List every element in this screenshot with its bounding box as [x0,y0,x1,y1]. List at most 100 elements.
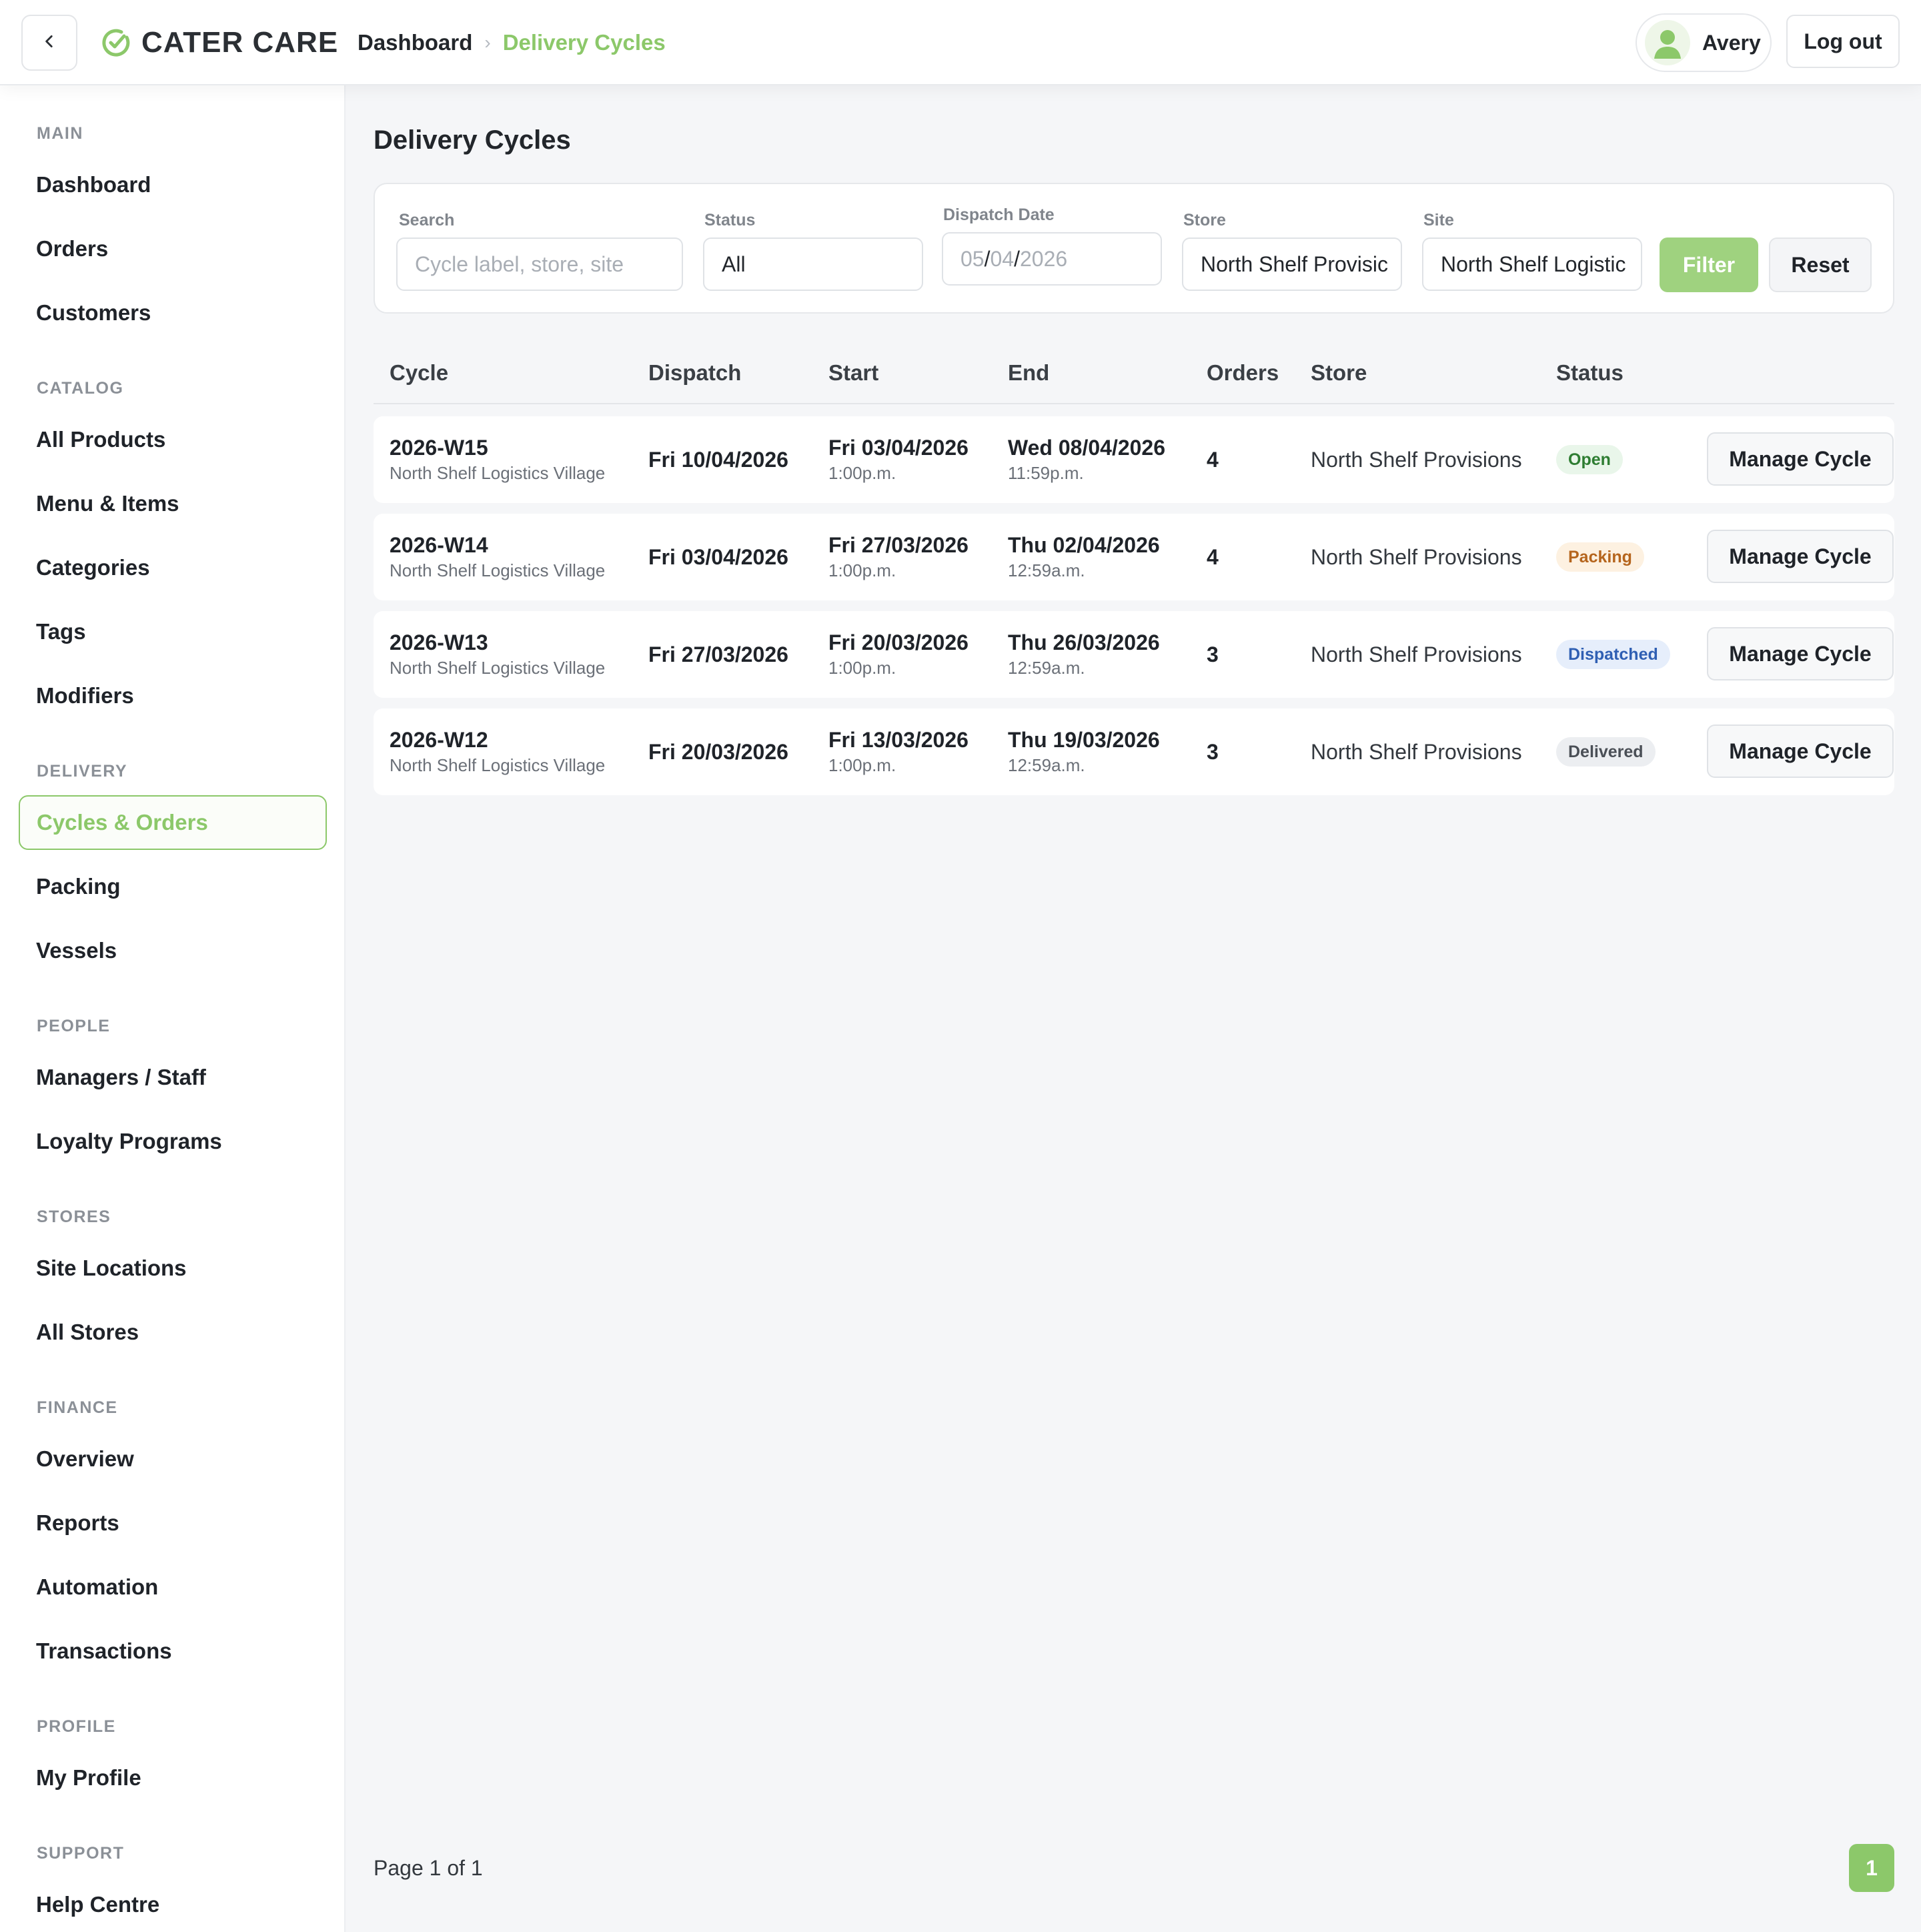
start-date: Fri 13/03/2026 [828,728,969,752]
column-header-store[interactable]: Store [1311,360,1367,386]
sidebar-section-catalog: CATALOG [37,379,124,398]
store-label: Store [1183,211,1226,229]
page-1-button[interactable]: 1 [1849,1844,1894,1892]
sidebar-section-stores: STORES [37,1208,111,1226]
site-label: Site [1423,211,1454,229]
column-header-dispatch[interactable]: Dispatch [648,360,741,386]
manage-cycle-button[interactable]: Manage Cycle [1707,530,1894,583]
table-row: 2026-W14 North Shelf Logistics Village F… [374,514,1894,600]
column-header-cycle[interactable]: Cycle [390,360,448,386]
column-header-end[interactable]: End [1008,360,1049,386]
store-input[interactable]: North Shelf Provisic [1182,237,1402,291]
table-header-divider [374,403,1894,404]
start-time: 1:00p.m. [828,560,896,580]
page-title: Delivery Cycles [374,125,571,155]
column-header-status[interactable]: Status [1556,360,1624,386]
start-time: 1:00p.m. [828,755,896,775]
breadcrumb: Dashboard › Delivery Cycles [358,28,666,57]
status-select[interactable]: All [703,237,923,291]
brand-logo[interactable]: CATER CARE [101,24,338,61]
sidebar-item-orders[interactable]: Orders [36,236,108,262]
end-time: 12:59a.m. [1008,658,1085,678]
manage-cycle-button[interactable]: Manage Cycle [1707,724,1894,778]
cycle-site: North Shelf Logistics Village [390,755,606,775]
sidebar-section-main: MAIN [37,124,83,143]
sidebar-item-vessels[interactable]: Vessels [36,938,117,963]
status-badge: Packing [1556,542,1644,572]
date-month: 04 [990,246,1015,271]
date-day: 05 [960,246,985,271]
breadcrumb-separator: › [484,32,491,53]
store-name: North Shelf Provisions [1311,448,1522,472]
brand-name: CATER CARE [141,26,339,59]
sidebar-item-reports[interactable]: Reports [36,1510,119,1536]
filter-button[interactable]: Filter [1660,237,1758,292]
dispatch-date: Fri 03/04/2026 [648,545,788,569]
date-year: 2026 [1019,246,1068,271]
sidebar-item-tags[interactable]: Tags [36,619,86,644]
sidebar-item-menu-items[interactable]: Menu & Items [36,491,179,516]
orders-count: 3 [1207,740,1219,764]
cycle-site: North Shelf Logistics Village [390,463,606,483]
end-date: Thu 19/03/2026 [1008,728,1160,752]
sidebar-item-loyalty-programs[interactable]: Loyalty Programs [36,1129,222,1154]
site-input[interactable]: North Shelf Logistic [1422,237,1642,291]
user-menu[interactable]: Avery [1636,13,1772,72]
sidebar-item-help-centre[interactable]: Help Centre [36,1892,159,1917]
start-time: 1:00p.m. [828,463,896,483]
breadcrumb-dashboard-link[interactable]: Dashboard [358,30,472,55]
cycle-site: North Shelf Logistics Village [390,560,606,580]
manage-cycle-button[interactable]: Manage Cycle [1707,432,1894,486]
sidebar-item-packing[interactable]: Packing [36,874,121,899]
column-header-start[interactable]: Start [828,360,878,386]
sidebar-section-people: PEOPLE [37,1017,111,1035]
store-name: North Shelf Provisions [1311,545,1522,569]
end-time: 12:59a.m. [1008,560,1085,580]
orders-count: 3 [1207,642,1219,666]
sidebar-item-customers[interactable]: Customers [36,300,151,326]
sidebar-section-finance: FINANCE [37,1398,118,1417]
sidebar-item-my-profile[interactable]: My Profile [36,1765,141,1791]
sidebar-item-overview[interactable]: Overview [36,1446,134,1472]
sidebar-item-all-products[interactable]: All Products [36,427,165,452]
status-badge: Dispatched [1556,640,1670,669]
sidebar-item-dashboard[interactable]: Dashboard [36,172,151,197]
table-row: 2026-W15 North Shelf Logistics Village F… [374,416,1894,503]
sidebar-item-automation[interactable]: Automation [36,1574,158,1600]
sidebar-item-site-locations[interactable]: Site Locations [36,1256,187,1281]
cycle-site: North Shelf Logistics Village [390,658,606,678]
user-name: Avery [1702,30,1761,55]
start-date: Fri 20/03/2026 [828,630,969,654]
filter-panel: Search Cycle label, store, site Status A… [374,183,1894,314]
back-button[interactable] [21,15,77,71]
breadcrumb-current: Delivery Cycles [502,30,666,55]
store-name: North Shelf Provisions [1311,740,1522,764]
cycle-label: 2026-W14 [390,533,488,557]
manage-cycle-button[interactable]: Manage Cycle [1707,627,1894,680]
dispatch-date-input[interactable]: 05/04/2026 [942,232,1162,286]
sidebar-item-all-stores[interactable]: All Stores [36,1320,139,1345]
sidebar-item-transactions[interactable]: Transactions [36,1638,172,1664]
column-header-orders[interactable]: Orders [1207,360,1279,386]
sidebar-section-support: SUPPORT [37,1844,125,1863]
reset-button[interactable]: Reset [1769,237,1872,292]
store-name: North Shelf Provisions [1311,642,1522,666]
date-separator: / [984,246,991,271]
logout-button[interactable]: Log out [1786,15,1900,68]
date-separator: / [1014,246,1020,271]
dispatch-date: Fri 27/03/2026 [648,642,788,666]
orders-count: 4 [1207,545,1219,569]
status-badge: Open [1556,445,1623,474]
cycle-label: 2026-W15 [390,436,488,460]
start-time: 1:00p.m. [828,658,896,678]
sidebar-section-profile: PROFILE [37,1717,116,1736]
sidebar-item-cycles-orders[interactable]: Cycles & Orders [19,795,327,850]
search-input[interactable]: Cycle label, store, site [396,237,683,291]
sidebar-item-managers-staff[interactable]: Managers / Staff [36,1065,206,1090]
start-date: Fri 03/04/2026 [828,436,969,460]
sidebar-item-modifiers[interactable]: Modifiers [36,683,134,708]
dispatch-date-label: Dispatch Date [943,205,1055,224]
user-icon [1645,20,1690,65]
sidebar-item-categories[interactable]: Categories [36,555,150,580]
dispatch-date: Fri 20/03/2026 [648,740,788,764]
